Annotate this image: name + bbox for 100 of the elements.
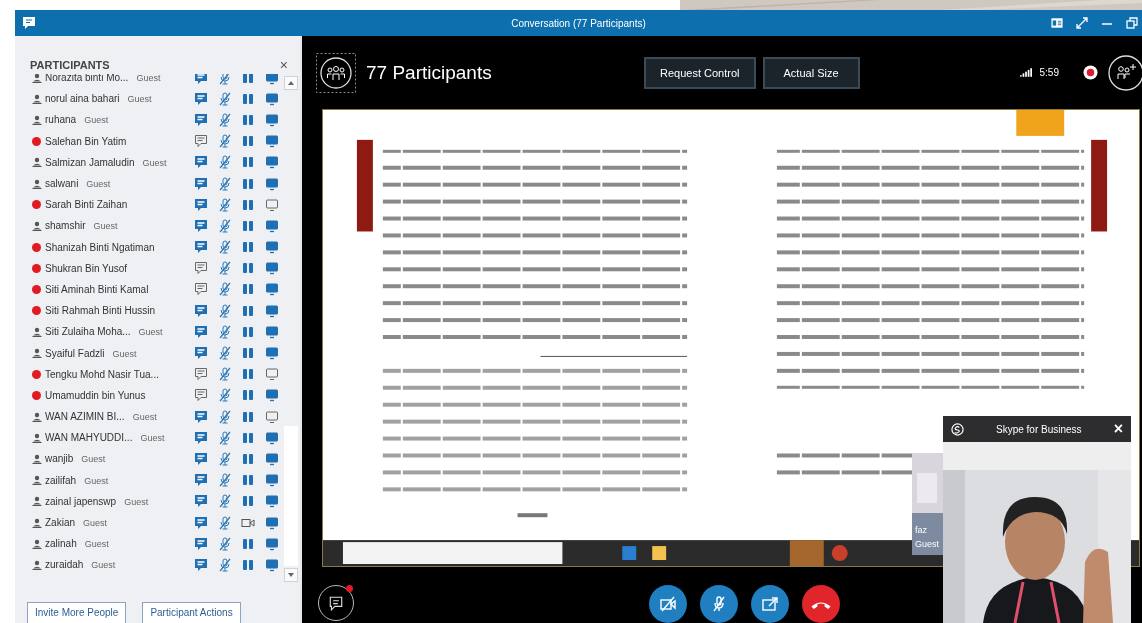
monitor-icon[interactable] <box>265 91 279 106</box>
monitor-icon[interactable] <box>265 536 279 551</box>
pause-icon[interactable] <box>241 261 255 276</box>
pause-icon[interactable] <box>241 155 255 170</box>
muted-microphone-icon[interactable] <box>217 473 232 488</box>
chat-icon[interactable] <box>194 473 208 488</box>
panel-button[interactable]: Participant Actions <box>142 602 241 623</box>
pause-icon[interactable] <box>241 494 255 509</box>
muted-microphone-icon[interactable] <box>217 515 232 530</box>
close-button[interactable]: × <box>279 58 288 72</box>
monitor-icon[interactable] <box>265 557 279 572</box>
chat-icon[interactable] <box>194 261 208 276</box>
muted-microphone-icon[interactable] <box>217 197 232 212</box>
share-button[interactable] <box>751 585 789 623</box>
hang-up-button[interactable] <box>802 585 840 623</box>
muted-microphone-icon[interactable] <box>217 324 232 339</box>
muted-microphone-icon[interactable] <box>217 536 232 551</box>
chat-icon[interactable] <box>194 303 208 318</box>
pause-icon[interactable] <box>241 388 255 403</box>
muted-microphone-icon[interactable] <box>217 74 232 85</box>
chat-icon[interactable] <box>194 197 208 212</box>
splitter-handle[interactable] <box>300 36 302 623</box>
monitor-icon[interactable] <box>265 494 279 509</box>
monitor-icon[interactable] <box>265 515 279 530</box>
chat-icon[interactable] <box>194 388 208 403</box>
muted-microphone-icon[interactable] <box>217 346 232 361</box>
monitor-icon[interactable] <box>265 218 279 233</box>
pause-icon[interactable] <box>241 282 255 297</box>
layout-icon[interactable] <box>1051 17 1063 29</box>
monitor-icon[interactable] <box>265 74 279 85</box>
monitor-icon[interactable] <box>265 240 279 255</box>
restore-icon[interactable] <box>1126 17 1138 29</box>
pause-icon[interactable] <box>241 176 255 191</box>
chat-icon[interactable] <box>194 494 208 509</box>
chat-icon[interactable] <box>194 240 208 255</box>
monitor-icon[interactable] <box>265 346 279 361</box>
pause-icon[interactable] <box>241 409 255 424</box>
record-icon[interactable] <box>1083 65 1098 80</box>
monitor-icon[interactable] <box>265 197 279 212</box>
muted-microphone-icon[interactable] <box>217 155 232 170</box>
scroll-up-button[interactable] <box>284 76 298 90</box>
chat-icon[interactable] <box>194 324 208 339</box>
pause-icon[interactable] <box>241 74 255 85</box>
monitor-icon[interactable] <box>265 430 279 445</box>
chat-icon[interactable] <box>194 112 208 127</box>
monitor-icon[interactable] <box>265 112 279 127</box>
monitor-icon[interactable] <box>265 473 279 488</box>
pause-icon[interactable] <box>241 451 255 466</box>
chat-icon[interactable] <box>22 16 36 30</box>
muted-microphone-icon[interactable] <box>217 176 232 191</box>
muted-microphone-icon[interactable] <box>217 303 232 318</box>
pause-icon[interactable] <box>241 112 255 127</box>
add-people-icon[interactable] <box>1108 54 1142 91</box>
chat-icon[interactable] <box>194 515 208 530</box>
chat-icon[interactable] <box>194 430 208 445</box>
monitor-icon[interactable] <box>265 451 279 466</box>
panel-button[interactable]: Invite More People <box>27 602 127 623</box>
chat-icon[interactable] <box>194 367 208 382</box>
chat-icon[interactable] <box>194 218 208 233</box>
pause-icon[interactable] <box>241 324 255 339</box>
fullscreen-icon[interactable] <box>1076 17 1088 29</box>
monitor-icon[interactable] <box>265 261 279 276</box>
monitor-icon[interactable] <box>265 409 279 424</box>
chat-icon[interactable] <box>194 451 208 466</box>
pause-icon[interactable] <box>241 303 255 318</box>
monitor-icon[interactable] <box>265 134 279 149</box>
scroll-down-button[interactable] <box>284 568 298 582</box>
muted-microphone-icon[interactable] <box>217 261 232 276</box>
pause-icon[interactable] <box>241 91 255 106</box>
muted-microphone-icon[interactable] <box>217 557 232 572</box>
monitor-icon[interactable] <box>265 324 279 339</box>
video-off-button[interactable] <box>649 585 687 623</box>
muted-microphone-icon[interactable] <box>217 430 232 445</box>
pause-icon[interactable] <box>241 218 255 233</box>
monitor-icon[interactable] <box>265 303 279 318</box>
muted-microphone-icon[interactable] <box>217 282 232 297</box>
muted-microphone-icon[interactable] <box>217 409 232 424</box>
chat-icon[interactable] <box>194 176 208 191</box>
muted-microphone-icon[interactable] <box>217 112 232 127</box>
chat-icon[interactable] <box>194 557 208 572</box>
chat-icon[interactable] <box>194 134 208 149</box>
monitor-icon[interactable] <box>265 367 279 382</box>
pause-icon[interactable] <box>241 367 255 382</box>
pause-icon[interactable] <box>241 346 255 361</box>
muted-microphone-icon[interactable] <box>217 451 232 466</box>
chat-icon[interactable] <box>194 282 208 297</box>
chat-icon[interactable] <box>194 155 208 170</box>
stage-button[interactable]: Request Control <box>644 56 756 89</box>
mute-button[interactable] <box>700 585 738 623</box>
muted-microphone-icon[interactable] <box>217 388 232 403</box>
monitor-icon[interactable] <box>265 155 279 170</box>
pause-icon[interactable] <box>241 240 255 255</box>
muted-microphone-icon[interactable] <box>217 134 232 149</box>
participants-icon[interactable] <box>316 52 356 93</box>
pause-icon[interactable] <box>241 557 255 572</box>
muted-microphone-icon[interactable] <box>217 91 232 106</box>
monitor-icon[interactable] <box>265 388 279 403</box>
muted-microphone-icon[interactable] <box>217 494 232 509</box>
chat-icon[interactable] <box>194 409 208 424</box>
muted-microphone-icon[interactable] <box>217 218 232 233</box>
